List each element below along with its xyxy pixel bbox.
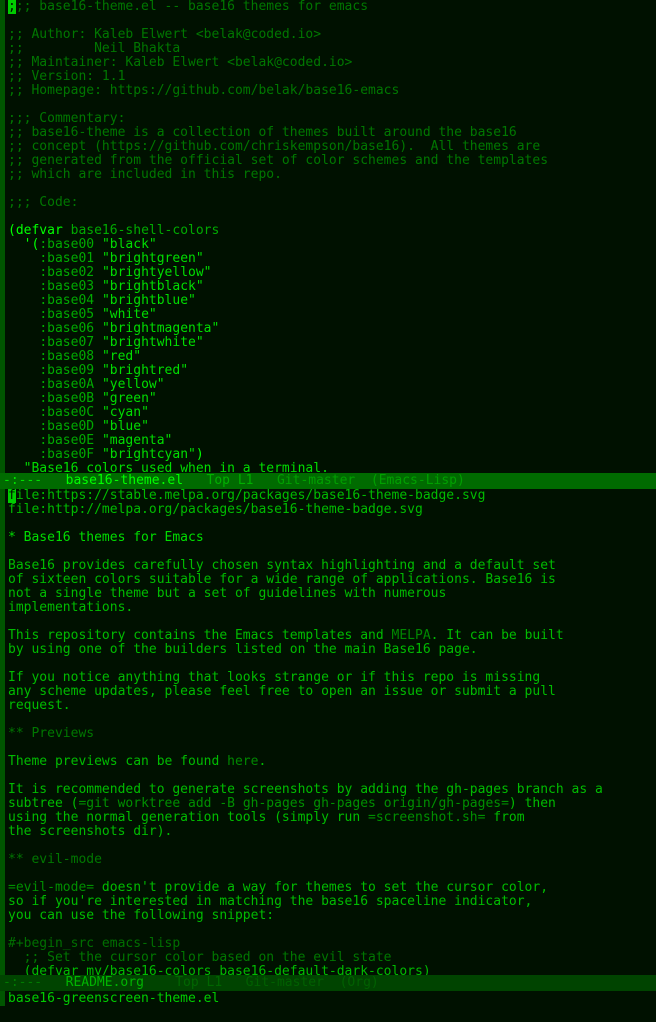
- fringe-right-top: [651, 0, 656, 473]
- code-line: ;; Homepage: https://github.com/belak/ba…: [8, 83, 400, 98]
- org-line: by using one of the builders listed on t…: [8, 642, 478, 657]
- org-line: [8, 657, 651, 671]
- text-area-top[interactable]: ;;; base16-theme.el -- base16 themes for…: [5, 0, 651, 473]
- code-line: :base07 "brightwhite": [39, 335, 204, 350]
- org-line: [8, 517, 651, 531]
- modeline-buffer-name[interactable]: README.org: [66, 975, 144, 990]
- org-line: not a single theme but a set of guidelin…: [8, 586, 447, 601]
- org-line: Theme previews can be found here.: [8, 754, 267, 769]
- org-link-melpa[interactable]: MELPA: [392, 628, 431, 643]
- code-line: ;; Author: Kaleb Elwert <belak@coded.io>: [8, 27, 322, 42]
- text-cursor-bottom: f: [8, 489, 16, 503]
- fringe-right-bottom: [651, 489, 656, 975]
- modeline-base16-theme-el[interactable]: -:--- base16-theme.el Top L1 Git-master …: [0, 473, 656, 489]
- org-line: =evil-mode= doesn't provide a way for th…: [8, 880, 549, 895]
- code-line: ;; Neil Bhakta: [8, 41, 181, 56]
- code-line: ;; Maintainer: Kaleb Elwert <belak@coded…: [8, 55, 353, 70]
- code-line: ;; generated from the official set of co…: [8, 153, 549, 168]
- org-line: Base16 provides carefully chosen syntax …: [8, 558, 556, 573]
- code-line: ;; concept (https://github.com/chriskemp…: [8, 139, 541, 154]
- code-line: :base04 "brightblue": [39, 293, 196, 308]
- org-block-begin: #+begin_src emacs-lisp: [8, 936, 181, 951]
- code-line: "Base16 colors used when in a terminal.: [23, 461, 329, 474]
- org-line: [8, 867, 651, 881]
- minibuffer-text: base16-greenscreen-theme.el: [8, 991, 220, 1006]
- org-src-line: (defvar my/base16-colors base16-default-…: [8, 964, 431, 976]
- code-line: '(:base00 "black": [23, 237, 157, 252]
- code-line: :base05 "white": [39, 307, 157, 322]
- org-line: It is recommended to generate screenshot…: [8, 782, 603, 797]
- code-line: :base0E "magenta": [39, 433, 173, 448]
- org-line: request.: [8, 698, 71, 713]
- code-line: :base06 "brightmagenta": [39, 321, 220, 336]
- org-line: you can use the following snippet:: [8, 908, 275, 923]
- code-line: ;; which are included in this repo.: [8, 167, 282, 182]
- org-line: using the normal generation tools (simpl…: [8, 810, 525, 825]
- code-line: :base0B "green": [39, 391, 157, 406]
- org-line: subtree (=git worktree add -B gh-pages g…: [8, 796, 556, 811]
- text-cursor-top: ;: [8, 0, 16, 14]
- text-area-bottom[interactable]: file:https://stable.melpa.org/packages/b…: [5, 489, 651, 975]
- code-line: :base09 "brightred": [39, 363, 189, 378]
- org-line: any scheme updates, please feel free to …: [8, 684, 556, 699]
- modeline-buffer-name[interactable]: base16-theme.el: [66, 473, 183, 488]
- org-line: If you notice anything that looks strang…: [8, 670, 541, 685]
- modeline-position: Top L1: [206, 473, 254, 488]
- org-line: the screenshots dir).: [8, 824, 173, 839]
- org-heading-1: * Base16 themes for Emacs: [8, 530, 204, 545]
- code-line: :base02 "brightyellow": [39, 265, 212, 280]
- modeline-major-mode[interactable]: (Emacs-Lisp): [371, 473, 465, 488]
- modeline-readme-org[interactable]: -:--- README.org Top L1 Git-master (Org): [0, 975, 656, 991]
- buffer-readme-org[interactable]: file:https://stable.melpa.org/packages/b…: [0, 489, 656, 975]
- org-line: [8, 615, 651, 629]
- org-line: of sixteen colors suitable for a wide ra…: [8, 572, 556, 587]
- org-line: [8, 769, 651, 783]
- org-line: implementations.: [8, 600, 134, 615]
- modeline-vc[interactable]: Git-master: [246, 975, 324, 990]
- org-heading-2: ** Previews: [8, 726, 95, 741]
- code-line: ;; Version: 1.1: [8, 69, 126, 84]
- code-line: ;;; Code:: [8, 195, 79, 210]
- code-line: :base0A "yellow": [39, 377, 165, 392]
- org-src-line: ;; Set the cursor color based on the evi…: [23, 950, 392, 965]
- emacs-frame: ;;; base16-theme.el -- base16 themes for…: [0, 0, 656, 1022]
- modeline-position: Top L1: [175, 975, 223, 990]
- org-line: [8, 923, 651, 937]
- org-line: [8, 741, 651, 755]
- code-line: ;;; base16-theme.el -- base16 themes for…: [8, 0, 369, 14]
- modeline-status: -:---: [3, 975, 43, 990]
- code-line: :base0C "cyan": [39, 405, 149, 420]
- code-line: (defvar base16-shell-colors: [8, 223, 220, 238]
- org-line: [8, 713, 651, 727]
- code-line: :base01 "brightgreen": [39, 251, 204, 266]
- code-line: ;; base16-theme is a collection of theme…: [8, 125, 517, 140]
- org-heading-2: ** evil-mode: [8, 852, 102, 867]
- code-line: :base0D "blue": [39, 419, 149, 434]
- org-line: [8, 839, 651, 853]
- code-line: :base03 "brightblack": [39, 279, 204, 294]
- org-line: [8, 545, 651, 559]
- window-readme-org: file:https://stable.melpa.org/packages/b…: [0, 489, 656, 991]
- code-line: :base08 "red": [39, 349, 142, 364]
- org-line: file:http://melpa.org/packages/base16-th…: [8, 502, 423, 517]
- org-line: so if you're interested in matching the …: [8, 894, 533, 909]
- org-line: This repository contains the Emacs templ…: [8, 628, 564, 643]
- modeline-major-mode[interactable]: (Org): [340, 975, 379, 990]
- buffer-base16-theme-el[interactable]: ;;; base16-theme.el -- base16 themes for…: [0, 0, 656, 473]
- minibuffer[interactable]: base16-greenscreen-theme.el: [0, 991, 656, 1006]
- modeline-status: -:---: [3, 473, 43, 488]
- org-line: file:https://stable.melpa.org/packages/b…: [8, 489, 486, 503]
- window-base16-theme-el: ;;; base16-theme.el -- base16 themes for…: [0, 0, 656, 489]
- code-line: ;;; Commentary:: [8, 111, 126, 126]
- code-line: :base0F "brightcyan"): [39, 447, 204, 462]
- org-link-here[interactable]: here: [227, 754, 258, 769]
- modeline-vc[interactable]: Git-master: [277, 473, 355, 488]
